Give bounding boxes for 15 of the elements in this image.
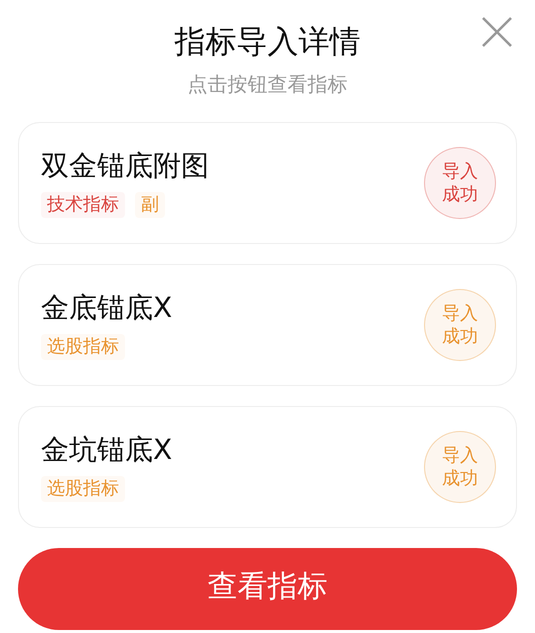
status-stamp: 导入成功 bbox=[424, 289, 496, 361]
indicator-tag: 选股指标 bbox=[41, 334, 125, 360]
view-indicators-button[interactable]: 查看指标 bbox=[18, 548, 517, 630]
dialog-subtitle: 点击按钮查看指标 bbox=[188, 71, 348, 98]
status-stamp: 导入成功 bbox=[424, 431, 496, 503]
indicator-name: 双金锚底附图 bbox=[41, 148, 209, 184]
close-button[interactable] bbox=[481, 16, 513, 48]
indicator-tag: 技术指标 bbox=[41, 192, 125, 218]
dialog-title: 指标导入详情 bbox=[174, 23, 360, 62]
status-stamp: 导入成功 bbox=[424, 147, 496, 219]
indicator-name: 金坑锚底X bbox=[41, 432, 172, 468]
indicator-tag: 副 bbox=[135, 192, 165, 218]
close-icon bbox=[481, 16, 513, 48]
indicator-tag: 选股指标 bbox=[41, 476, 125, 502]
indicator-name: 金底锚底X bbox=[41, 290, 172, 326]
